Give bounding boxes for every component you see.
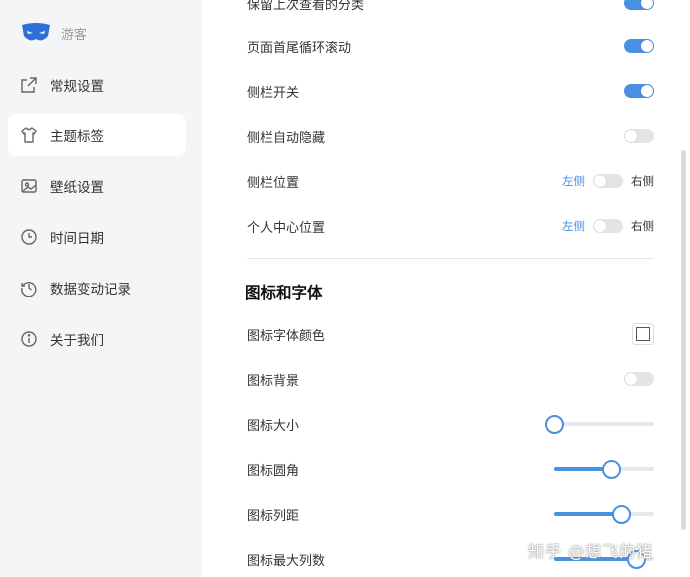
sidebar-item-label: 常规设置 (50, 79, 104, 95)
setting-row-icon-font-color: 图标字体颜色 (247, 320, 654, 348)
sidebar-autohide-switch[interactable] (624, 129, 654, 143)
logo-mask-icon (22, 23, 50, 41)
scrollbar[interactable] (681, 150, 686, 530)
setting-row-icon-column-gap: 图标列距 (247, 500, 654, 528)
sidebar-item-datetime[interactable]: 时间日期 (8, 216, 186, 258)
slider-thumb[interactable] (602, 460, 621, 479)
sidebar-position-toggle: 左侧 右侧 (562, 173, 654, 189)
setting-row-icon-size: 图标大小 (247, 410, 654, 438)
sidebar-item-theme[interactable]: 主题标签 (8, 114, 186, 156)
sidebar-item-label: 时间日期 (50, 231, 104, 247)
setting-row-profile-position: 个人中心位置 左侧 右侧 (247, 212, 654, 240)
left-option[interactable]: 左侧 (562, 218, 585, 234)
slider-thumb[interactable] (545, 415, 564, 434)
sidebar-item-label: 关于我们 (50, 333, 104, 349)
sidebar-item-history[interactable]: 数据变动记录 (8, 267, 186, 309)
setting-row-sidebar-position: 侧栏位置 左侧 右侧 (247, 167, 654, 195)
page-loop-scroll-switch[interactable] (624, 39, 654, 53)
sidebar: 游客 常规设置 主题标签 壁纸设置 时间日期 数据变动记录 关于我们 (0, 0, 202, 577)
setting-row-keep-last-category: 保留上次查看的分类 (247, 0, 654, 17)
slider-thumb[interactable] (612, 505, 631, 524)
sidebar-toggle-switch[interactable] (624, 84, 654, 98)
right-option[interactable]: 右侧 (631, 173, 654, 189)
section-divider (247, 258, 654, 259)
setting-label: 图标字体颜色 (247, 328, 326, 344)
setting-row-sidebar-autohide: 侧栏自动隐藏 (247, 122, 654, 150)
sidebar-item-wallpaper[interactable]: 壁纸设置 (8, 165, 186, 207)
icon-font-color-picker[interactable] (632, 323, 654, 345)
setting-row-icon-background: 图标背景 (247, 365, 654, 393)
profile-position-switch[interactable] (593, 219, 623, 233)
guest-name: 游客 (61, 27, 88, 43)
left-option[interactable]: 左侧 (562, 173, 585, 189)
shirt-icon (20, 126, 38, 144)
history-icon (20, 279, 38, 297)
image-icon (20, 177, 38, 195)
external-link-icon (20, 76, 38, 94)
setting-label: 图标背景 (247, 373, 300, 389)
icon-radius-slider[interactable] (554, 460, 654, 479)
setting-row-page-loop-scroll: 页面首尾循环滚动 (247, 32, 654, 60)
setting-label: 侧栏开关 (247, 85, 300, 101)
keep-last-category-switch[interactable] (624, 0, 654, 10)
setting-label: 图标圆角 (247, 463, 300, 479)
icon-column-gap-slider[interactable] (554, 505, 654, 524)
profile-position-toggle: 左侧 右侧 (562, 218, 654, 234)
info-icon (20, 330, 38, 348)
icon-size-slider[interactable] (545, 415, 654, 434)
setting-label: 侧栏位置 (247, 175, 300, 191)
setting-label: 图标列距 (247, 508, 300, 524)
settings-panel: 保留上次查看的分类 页面首尾循环滚动 侧栏开关 侧栏自动隐藏 侧栏位置 左侧 右… (202, 0, 690, 577)
sidebar-item-label: 主题标签 (50, 129, 104, 145)
section-title-icons-fonts: 图标和字体 (245, 284, 323, 302)
clock-icon (20, 228, 38, 246)
watermark-text: 知乎 @想飞的猪 (528, 542, 654, 561)
icon-background-switch[interactable] (624, 372, 654, 386)
setting-label: 侧栏自动隐藏 (247, 130, 326, 146)
brand: 游客 (20, 20, 87, 46)
sidebar-item-about[interactable]: 关于我们 (8, 318, 186, 360)
sidebar-item-general[interactable]: 常规设置 (8, 64, 186, 106)
setting-label: 保留上次查看的分类 (247, 0, 365, 13)
sidebar-item-label: 数据变动记录 (50, 282, 131, 298)
setting-label: 图标大小 (247, 418, 300, 434)
setting-row-sidebar-toggle: 侧栏开关 (247, 77, 654, 105)
sidebar-position-switch[interactable] (593, 174, 623, 188)
sidebar-item-label: 壁纸设置 (50, 180, 104, 196)
setting-label: 图标最大列数 (247, 553, 326, 569)
setting-label: 页面首尾循环滚动 (247, 40, 352, 56)
right-option[interactable]: 右侧 (631, 218, 654, 234)
setting-row-icon-radius: 图标圆角 (247, 455, 654, 483)
setting-label: 个人中心位置 (247, 220, 326, 236)
